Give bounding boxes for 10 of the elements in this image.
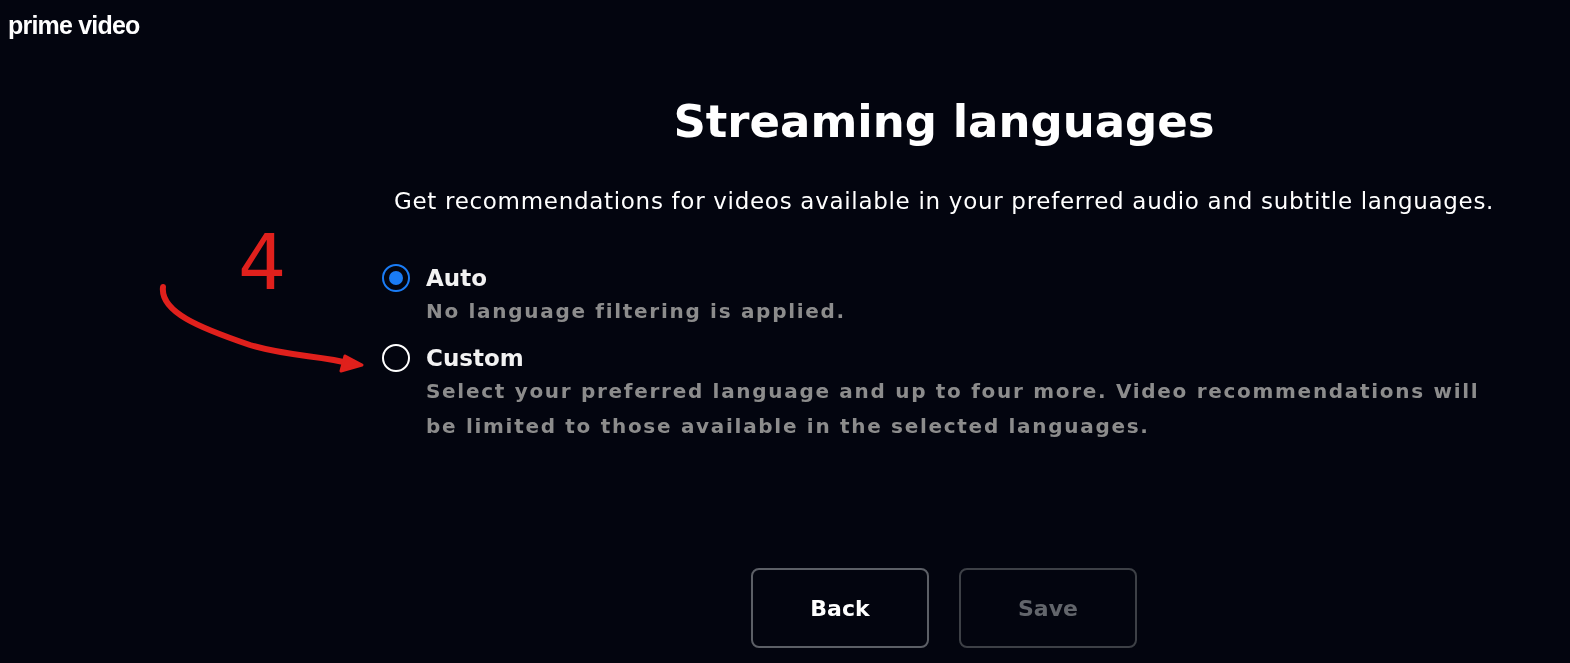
logo-text: prime video [8, 11, 140, 39]
option-label: Auto [426, 264, 488, 293]
back-button[interactable]: Back [751, 568, 929, 648]
page-title: Streaming languages [672, 94, 1216, 150]
annotation-number: 4 [238, 218, 287, 308]
page-subtitle: Get recommendations for videos available in your preferred audio and subtitle languages. [392, 187, 1496, 216]
option-description: No language filtering is applied. [426, 298, 847, 325]
radio-button[interactable] [382, 264, 410, 292]
option-label: Custom [426, 344, 525, 373]
option-description: Select your preferred language and up to four more. Video recommendations will be limited to those available in the selected languages. [426, 378, 1481, 440]
